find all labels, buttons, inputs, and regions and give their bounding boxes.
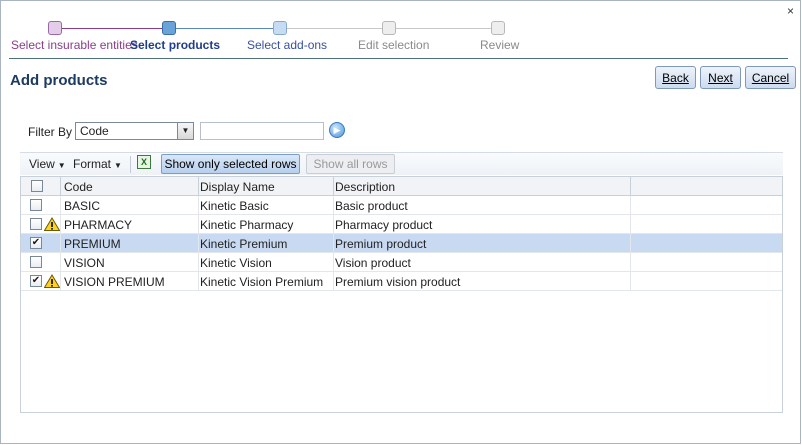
- wizard-step-4-node: [382, 21, 396, 35]
- cancel-button[interactable]: Cancel: [745, 66, 796, 89]
- row-checkbox[interactable]: ✔: [30, 275, 42, 287]
- next-button-label: Next: [708, 70, 733, 85]
- col-line: [333, 196, 334, 291]
- show-all-rows-button[interactable]: Show all rows: [306, 154, 395, 174]
- view-menu-label: View: [29, 157, 55, 171]
- row-checkbox[interactable]: [30, 218, 42, 230]
- col-line: [630, 196, 631, 291]
- filter-field-select[interactable]: Code ▼: [75, 122, 194, 140]
- wizard-step-5-node: [491, 21, 505, 35]
- go-arrow-icon[interactable]: ▶: [329, 122, 345, 138]
- table-row[interactable]: BASIC Kinetic Basic Basic product: [21, 196, 782, 215]
- page-title: Add products: [10, 72, 108, 89]
- cell-code: PREMIUM: [64, 237, 121, 251]
- grid-header: Code Display Name Description: [21, 177, 782, 196]
- filter-by-label: Filter By: [28, 125, 73, 139]
- col-divider: [333, 177, 334, 196]
- row-checkbox[interactable]: [30, 199, 42, 211]
- column-header-description[interactable]: Description: [335, 180, 395, 194]
- cell-display-name: Kinetic Vision: [200, 256, 272, 270]
- col-line: [60, 196, 61, 291]
- back-button[interactable]: Back: [655, 66, 696, 89]
- column-header-display-name[interactable]: Display Name: [200, 180, 275, 194]
- wizard-step-3-node: [273, 21, 287, 35]
- select-all-checkbox[interactable]: [31, 180, 43, 192]
- cell-description: Premium product: [335, 237, 427, 251]
- cell-display-name: Kinetic Pharmacy: [200, 218, 294, 232]
- wizard-step-2-node: [162, 21, 176, 35]
- products-grid: Code Display Name Description BASIC Kinet…: [20, 176, 783, 413]
- back-button-label: Back: [662, 70, 689, 85]
- cell-code: BASIC: [64, 199, 101, 213]
- table-row[interactable]: PHARMACY Kinetic Pharmacy Pharmacy product: [21, 215, 782, 234]
- wizard-step-4-label: Edit selection: [358, 38, 430, 52]
- cell-display-name: Kinetic Basic: [200, 199, 269, 213]
- cell-display-name: Kinetic Premium: [200, 237, 288, 251]
- cell-code: PHARMACY: [64, 218, 133, 232]
- wizard-line-2: [169, 28, 280, 29]
- warning-icon: [44, 217, 60, 231]
- wizard-step-3-label: Select add-ons: [247, 38, 328, 52]
- cell-description: Pharmacy product: [335, 218, 433, 232]
- cell-description: Vision product: [335, 256, 411, 270]
- format-menu[interactable]: Format ▼: [73, 157, 122, 171]
- row-checkbox[interactable]: ✔: [30, 237, 42, 249]
- col-divider: [198, 177, 199, 196]
- show-only-selected-rows-button[interactable]: Show only selected rows: [161, 154, 300, 174]
- filter-search-input[interactable]: [200, 122, 324, 140]
- warning-icon: [44, 274, 60, 288]
- table-row[interactable]: VISION Kinetic Vision Vision product: [21, 253, 782, 272]
- filter-field-value: Code: [80, 124, 109, 138]
- cell-display-name: Kinetic Vision Premium: [200, 275, 324, 289]
- format-menu-label: Format: [73, 157, 112, 171]
- col-divider: [630, 177, 631, 196]
- grid-toolbar: View ▼ Format ▼ X Show only selected rows …: [20, 152, 783, 175]
- cell-description: Basic product: [335, 199, 408, 213]
- cell-description: Premium vision product: [335, 275, 461, 289]
- wizard-step-1-label[interactable]: Select insurable entities: [11, 38, 138, 52]
- wizard-step-1-node: [48, 21, 62, 35]
- wizard-divider: [9, 58, 788, 59]
- cell-code: VISION: [64, 256, 105, 270]
- wizard-step-5-label: Review: [480, 38, 520, 52]
- chevron-down-icon[interactable]: ▼: [177, 123, 193, 139]
- row-checkbox[interactable]: [30, 256, 42, 268]
- format-caret-icon: ▼: [114, 161, 122, 170]
- wizard-step-2-label: Select products: [130, 38, 221, 52]
- view-menu[interactable]: View ▼: [29, 157, 66, 171]
- table-row[interactable]: ✔ VISION PREMIUM Kinetic Vision Premium Pre…: [21, 272, 782, 291]
- col-divider: [60, 177, 61, 196]
- wizard-line-1: [61, 28, 169, 29]
- wizard-progress: Select insurable entities Select product…: [1, 1, 801, 59]
- next-button[interactable]: Next: [700, 66, 741, 89]
- column-header-code[interactable]: Code: [64, 180, 93, 194]
- cell-code: VISION PREMIUM: [64, 275, 165, 289]
- table-row[interactable]: ✔ PREMIUM Kinetic Premium Premium product: [21, 234, 782, 253]
- col-line: [198, 196, 199, 291]
- cancel-button-label: Cancel: [751, 70, 790, 85]
- view-caret-icon: ▼: [57, 161, 66, 170]
- toolbar-divider: [130, 156, 131, 173]
- dialog-window: × Select insurable entities Select produ…: [0, 0, 801, 444]
- excel-export-icon[interactable]: X: [137, 155, 151, 169]
